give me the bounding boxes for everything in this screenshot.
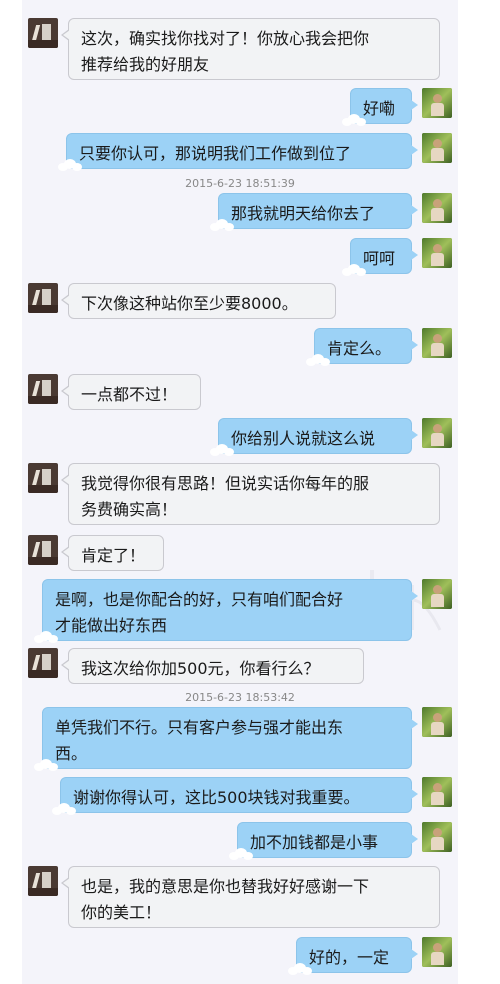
contact-avatar-icon[interactable] <box>28 283 58 313</box>
cloud-decoration-icon <box>306 354 330 366</box>
user-avatar-icon[interactable] <box>422 579 452 609</box>
cloud-decoration-icon <box>58 159 82 171</box>
sent-message-bubble[interactable]: 加不加钱都是小事 <box>237 822 418 858</box>
cloud-decoration-icon <box>288 963 312 975</box>
user-avatar-icon[interactable] <box>422 238 452 268</box>
received-message-bubble[interactable]: 一点都不过！ <box>61 374 201 410</box>
sent-message-bubble[interactable]: 好的，一定 <box>296 937 418 973</box>
contact-avatar-icon[interactable] <box>28 18 58 48</box>
contact-avatar-icon[interactable] <box>28 648 58 678</box>
contact-avatar-icon[interactable] <box>28 866 58 896</box>
user-avatar-icon[interactable] <box>422 822 452 852</box>
message-timestamp: 2015-6-23 18:51:39 <box>185 177 295 190</box>
user-avatar-icon[interactable] <box>422 193 452 223</box>
user-avatar-icon[interactable] <box>422 418 452 448</box>
cloud-decoration-icon <box>342 114 366 126</box>
contact-avatar-icon[interactable] <box>28 535 58 565</box>
user-avatar-icon[interactable] <box>422 777 452 807</box>
user-avatar-icon[interactable] <box>422 707 452 737</box>
received-message-bubble[interactable]: 肯定了！ <box>61 535 164 571</box>
sent-message-bubble[interactable]: 谢谢你得认可，这比500块钱对我重要。 <box>60 777 418 813</box>
sent-message-bubble[interactable]: 只要你认可，那说明我们工作做到位了 <box>66 133 418 169</box>
cloud-decoration-icon <box>229 848 253 860</box>
sent-message-bubble[interactable]: 是啊，也是你配合的好，只有咱们配合好 才能做出好东西 <box>42 579 418 641</box>
user-avatar-icon[interactable] <box>422 328 452 358</box>
message-timestamp: 2015-6-23 18:53:42 <box>185 691 295 704</box>
user-avatar-icon[interactable] <box>422 133 452 163</box>
user-avatar-icon[interactable] <box>422 937 452 967</box>
received-message-bubble[interactable]: 也是，我的意思是你也替我好好感谢一下 你的美工！ <box>61 866 440 928</box>
contact-avatar-icon[interactable] <box>28 374 58 404</box>
received-message-bubble[interactable]: 我这次给你加500元，你看行么？ <box>61 648 364 684</box>
user-avatar-icon[interactable] <box>422 88 452 118</box>
sent-message-bubble[interactable]: 你给别人说就这么说 <box>218 418 418 454</box>
cloud-decoration-icon <box>52 803 76 815</box>
cloud-decoration-icon <box>210 444 234 456</box>
received-message-bubble[interactable]: 这次，确实找你找对了！你放心我会把你 推荐给我的好朋友 <box>61 18 440 80</box>
cloud-decoration-icon <box>210 219 234 231</box>
received-message-bubble[interactable]: 我觉得你很有思路！但说实话你每年的服 务费确实高！ <box>61 463 440 525</box>
received-message-bubble[interactable]: 下次像这种站你至少要8000。 <box>61 283 336 319</box>
contact-avatar-icon[interactable] <box>28 463 58 493</box>
cloud-decoration-icon <box>34 631 58 643</box>
cloud-decoration-icon <box>34 759 58 771</box>
sent-message-bubble[interactable]: 单凭我们不行。只有客户参与强才能出东 西。 <box>42 707 418 769</box>
cloud-decoration-icon <box>342 264 366 276</box>
sent-message-bubble[interactable]: 那我就明天给你去了 <box>218 193 418 229</box>
